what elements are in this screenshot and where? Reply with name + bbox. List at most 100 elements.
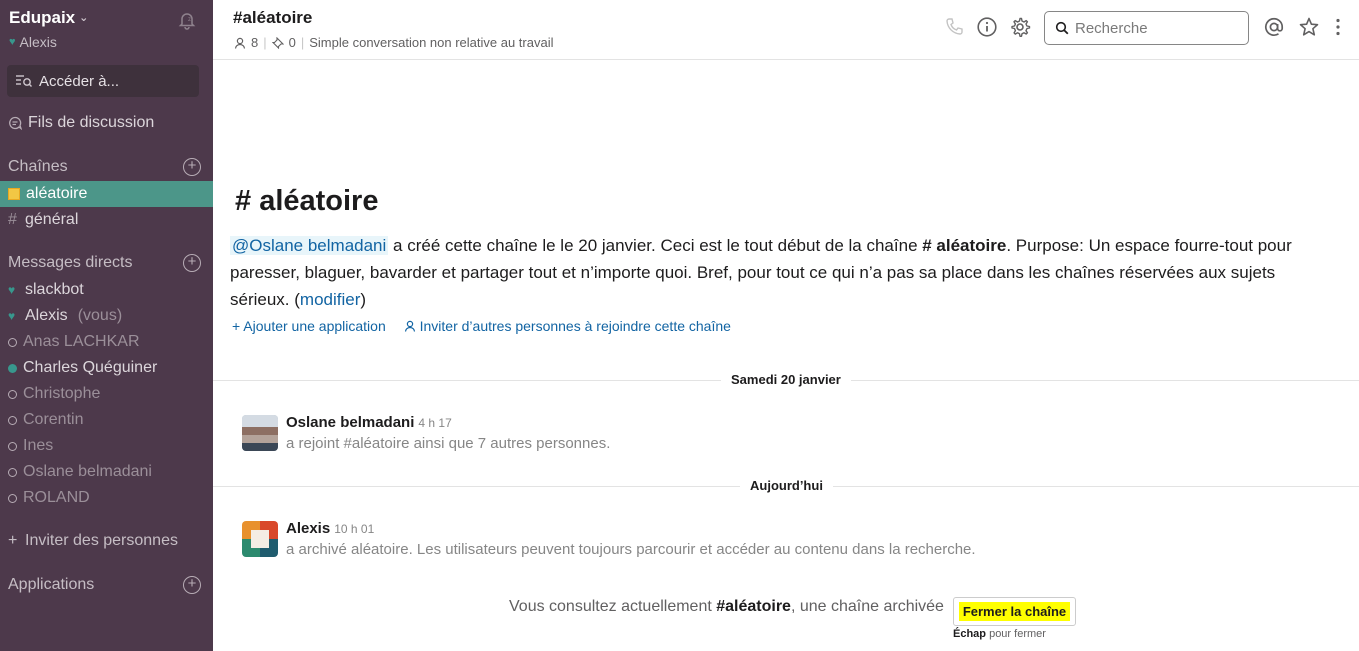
escape-hint: Échap pour fermer	[953, 628, 1046, 640]
mentions-icon[interactable]	[1263, 16, 1285, 38]
plus-icon: +	[232, 318, 244, 334]
phone-icon[interactable]	[943, 16, 965, 38]
sidebar-channel-aleatoire[interactable]: aléatoire	[0, 181, 213, 207]
sidebar-dm-alexis[interactable]: ♥ Alexis (vous)	[0, 303, 213, 329]
heart-icon: ♥	[8, 283, 16, 297]
channel-intro-title: # aléatoire	[235, 185, 378, 218]
sidebar-dm-christophe[interactable]: Christophe	[0, 381, 213, 407]
search-box[interactable]	[1044, 11, 1249, 45]
message-text: a archivé aléatoire. Les utilisateurs pe…	[286, 541, 976, 558]
add-app-link[interactable]: + Ajouter une application	[232, 318, 386, 334]
channel-title: #aléatoire	[233, 8, 313, 27]
add-dm-icon[interactable]: +	[183, 254, 201, 272]
close-channel-label: Fermer la chaîne	[958, 602, 1071, 621]
sidebar-dm-corentin[interactable]: Corentin	[0, 407, 213, 433]
sidebar-dm-oslane[interactable]: Oslane belmadani	[0, 459, 213, 485]
current-user-name: Alexis	[19, 34, 57, 50]
avatar[interactable]	[242, 415, 278, 451]
sidebar-dm-charles[interactable]: Charles Quéguiner	[0, 355, 213, 381]
presence-heart-icon: ♥	[9, 36, 16, 48]
invite-people-link[interactable]: + Inviter des personnes	[0, 528, 213, 554]
direct-messages-heading[interactable]: Messages directs +	[8, 254, 201, 272]
person-icon	[404, 320, 415, 332]
dm-label: Ines	[23, 437, 54, 454]
channel-header: #aléatoire 8 | 0 | Simple conversation n…	[213, 0, 1359, 60]
jump-to-button[interactable]: Accéder à...	[7, 65, 199, 97]
sidebar-dm-anas[interactable]: Anas LACHKAR	[0, 329, 213, 355]
author-name: Alexis	[286, 520, 331, 537]
plus-icon: +	[8, 532, 18, 549]
search-input[interactable]	[1075, 19, 1235, 37]
dm-label: slackbot	[25, 281, 84, 298]
svg-text:z: z	[188, 17, 191, 23]
applications-heading[interactable]: Applications +	[8, 576, 201, 594]
threads-icon	[9, 116, 22, 130]
day-divider-label: Aujourd’hui	[740, 478, 833, 493]
gear-icon[interactable]	[1009, 16, 1031, 38]
escape-key: Échap	[953, 628, 987, 640]
channels-heading[interactable]: Chaînes +	[8, 158, 201, 176]
creator-mention[interactable]: @Oslane belmadani	[230, 236, 389, 255]
avatar[interactable]	[242, 521, 278, 557]
message-author[interactable]: Alexis 10 h 01	[286, 520, 374, 537]
info-icon[interactable]	[976, 16, 998, 38]
notifications-bell-icon[interactable]: z	[177, 10, 197, 30]
current-user[interactable]: ♥ Alexis	[9, 34, 57, 50]
workspace-name: Edupaix	[9, 8, 76, 27]
sidebar-channel-general[interactable]: # général	[0, 207, 213, 233]
avatar-image	[242, 415, 278, 451]
close-channel-button[interactable]: Fermer la chaîne	[953, 597, 1076, 626]
threads-link[interactable]: Fils de discussion	[8, 114, 154, 132]
sidebar-dm-slackbot[interactable]: ♥ slackbot	[0, 277, 213, 303]
away-status-icon	[8, 389, 17, 399]
away-status-icon	[8, 441, 17, 451]
message-author[interactable]: Oslane belmadani 4 h 17	[286, 414, 452, 431]
away-status-icon	[8, 337, 17, 347]
pin-icon[interactable]	[271, 36, 284, 49]
author-name: Oslane belmadani	[286, 414, 415, 431]
sidebar-dm-roland[interactable]: ROLAND	[0, 485, 213, 511]
sidebar-dm-ines[interactable]: Ines	[0, 433, 213, 459]
invite-others-label: Inviter d’autres personnes à rejoindre c…	[419, 318, 731, 334]
modify-purpose-link[interactable]: modifier	[300, 290, 360, 309]
channels-heading-label: Chaînes	[8, 158, 68, 175]
day-divider-label: Samedi 20 janvier	[721, 372, 851, 387]
members-icon[interactable]	[234, 37, 246, 49]
escape-text: pour fermer	[986, 628, 1046, 640]
archived-notice: Vous consultez actuellement #aléatoire, …	[509, 598, 944, 616]
star-icon[interactable]	[1298, 16, 1320, 38]
add-channel-icon[interactable]: +	[183, 158, 201, 176]
channel-topic[interactable]: Simple conversation non relative au trav…	[309, 35, 553, 50]
hash-icon: #	[235, 185, 260, 217]
avatar-image	[242, 521, 278, 557]
dm-heading-label: Messages directs	[8, 254, 133, 271]
dm-label: ROLAND	[23, 489, 90, 506]
dm-label: Oslane belmadani	[23, 463, 152, 480]
pin-count[interactable]: 0	[289, 35, 296, 50]
search-icon	[1055, 21, 1069, 35]
workspace-menu[interactable]: Edupaix ⌄	[9, 8, 88, 28]
intro-text-3: )	[360, 290, 367, 309]
dm-label: Anas LACHKAR	[23, 333, 140, 350]
dm-label: Alexis	[25, 307, 68, 324]
heart-icon: ♥	[8, 309, 16, 323]
intro-text-1: a créé cette chaîne le le 20 janvier. Ce…	[388, 236, 923, 255]
message-time[interactable]: 10 h 01	[334, 522, 374, 536]
add-app-icon[interactable]: +	[183, 576, 201, 594]
archive-icon	[8, 188, 20, 200]
separator: |	[300, 35, 305, 50]
invite-label: Inviter des personnes	[25, 532, 178, 549]
away-status-icon	[8, 493, 17, 503]
jump-to-label: Accéder à...	[39, 72, 120, 90]
member-count[interactable]: 8	[251, 35, 258, 50]
channel-label: général	[25, 211, 79, 228]
threads-label: Fils de discussion	[28, 114, 155, 131]
message-pane: # aléatoire @Oslane belmadani a créé cet…	[213, 60, 1359, 651]
dm-label: Christophe	[23, 385, 101, 402]
online-status-icon	[8, 363, 17, 373]
message-time[interactable]: 4 h 17	[418, 416, 451, 430]
more-vertical-icon[interactable]	[1327, 16, 1349, 38]
invite-others-link[interactable]: Inviter d’autres personnes à rejoindre c…	[404, 318, 731, 334]
archived-suffix: , une chaîne archivée	[790, 598, 944, 615]
add-app-label: Ajouter une application	[243, 318, 386, 334]
